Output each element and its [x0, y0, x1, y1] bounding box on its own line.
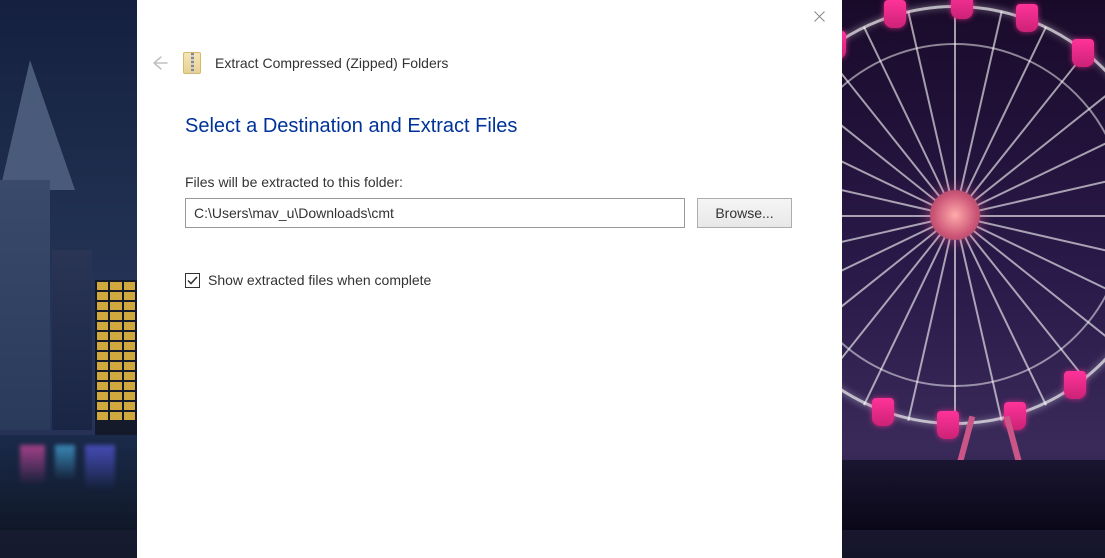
show-files-checkbox-label[interactable]: Show extracted files when complete: [208, 272, 431, 288]
wizard-title: Extract Compressed (Zipped) Folders: [215, 55, 448, 71]
checkmark-icon: [187, 275, 198, 286]
browse-button[interactable]: Browse...: [697, 198, 792, 228]
show-files-checkbox-row: Show extracted files when complete: [185, 272, 794, 288]
title-bar: [137, 0, 842, 40]
back-button: [149, 53, 169, 73]
wizard-header: Extract Compressed (Zipped) Folders: [149, 52, 448, 74]
show-files-checkbox[interactable]: [185, 273, 200, 288]
close-icon: [814, 11, 825, 22]
page-heading: Select a Destination and Extract Files: [185, 115, 794, 138]
extract-wizard-dialog: Extract Compressed (Zipped) Folders Sele…: [137, 0, 842, 558]
destination-row: Browse...: [185, 198, 794, 228]
content-area: Select a Destination and Extract Files F…: [185, 115, 794, 288]
back-arrow-icon: [149, 53, 169, 73]
destination-label: Files will be extracted to this folder:: [185, 174, 794, 190]
zip-folder-icon: [183, 52, 201, 74]
close-button[interactable]: [797, 0, 842, 32]
destination-path-input[interactable]: [185, 198, 685, 228]
